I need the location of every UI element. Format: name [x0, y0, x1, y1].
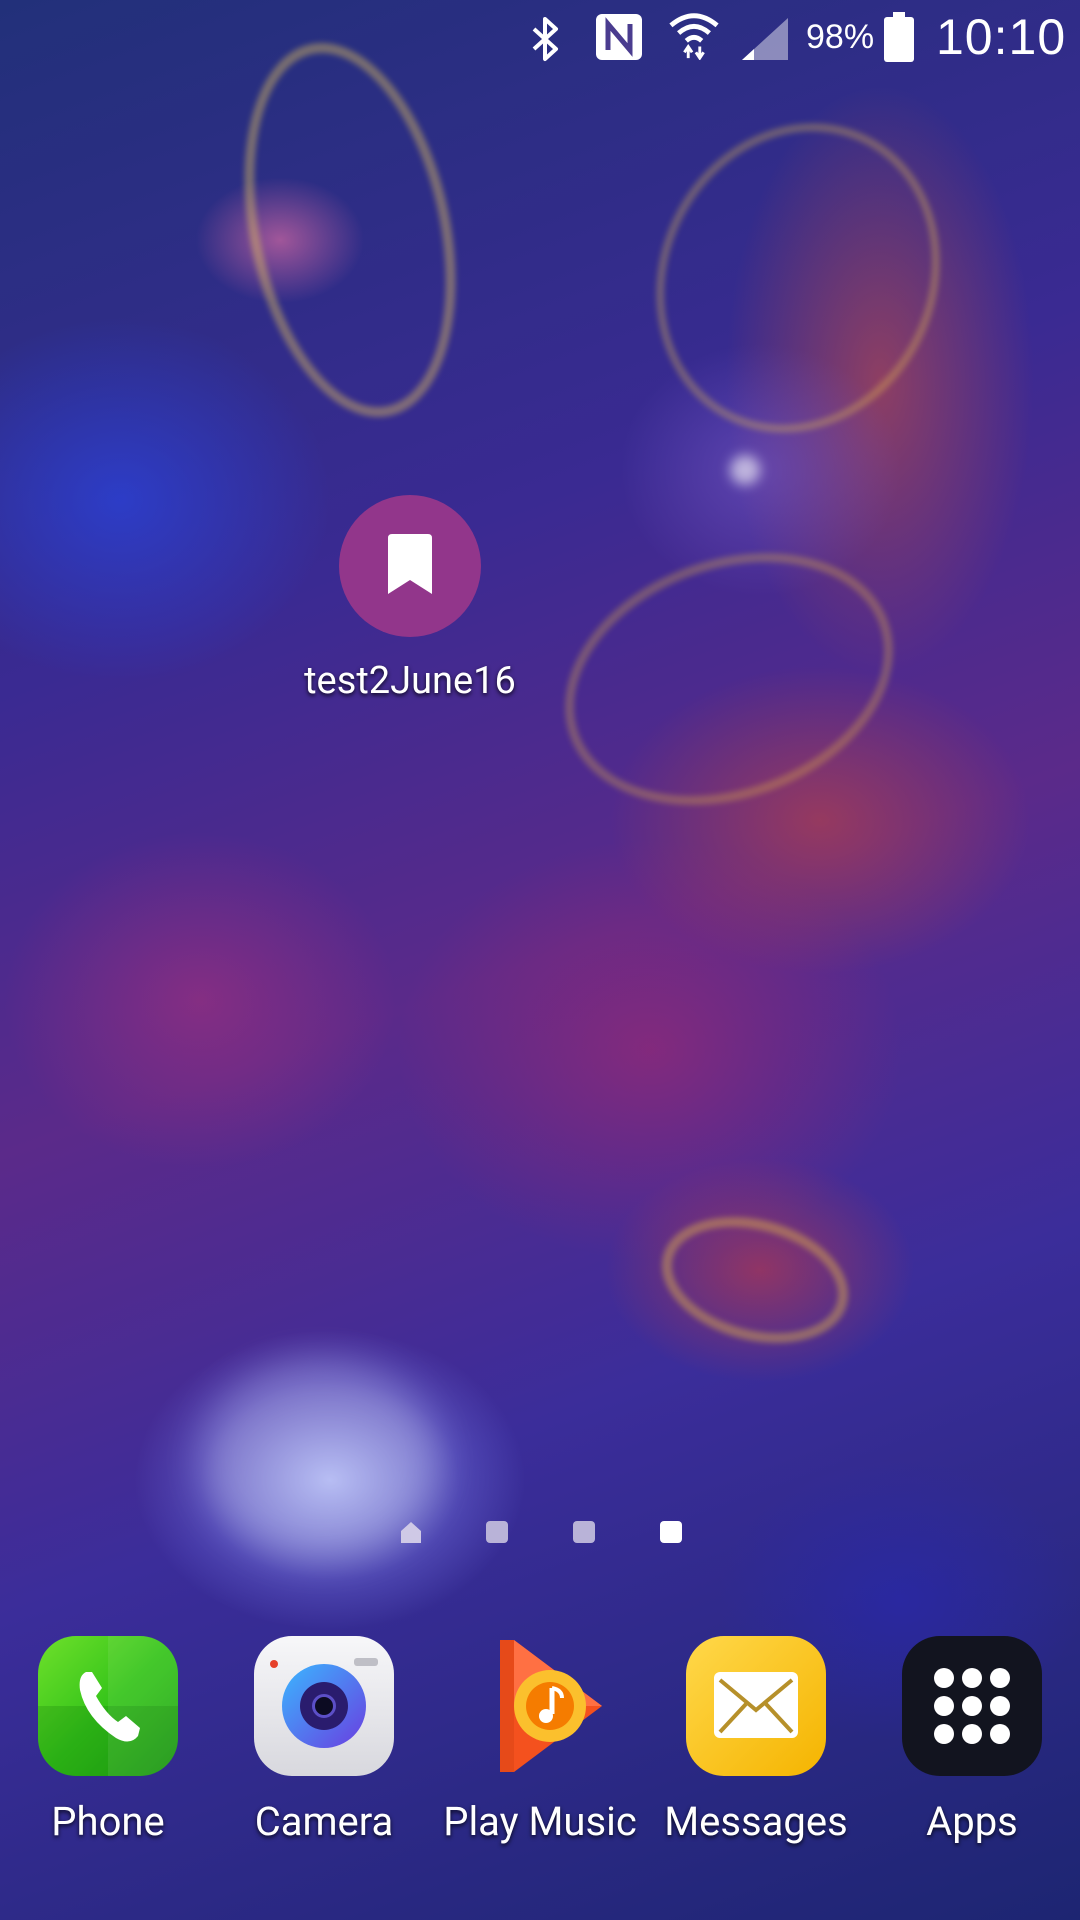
battery-percent: 98% [806, 18, 875, 56]
dock-camera[interactable]: Camera [224, 1636, 424, 1845]
dock-messages[interactable]: Messages [656, 1636, 856, 1845]
wallpaper [0, 0, 1080, 1920]
dock-label-camera: Camera [254, 1798, 394, 1845]
dock-label-play-music: Play Music [443, 1798, 637, 1845]
phone-icon [38, 1636, 178, 1776]
shortcut-test2june16[interactable]: test2June16 [250, 495, 570, 703]
dock-apps[interactable]: Apps [872, 1636, 1072, 1845]
dock-phone[interactable]: Phone [8, 1636, 208, 1845]
status-clock: 10:10 [936, 9, 1067, 65]
shortcut-label: test2June16 [304, 659, 516, 703]
camera-icon [254, 1636, 394, 1776]
dock-play-music[interactable]: Play Music [440, 1636, 640, 1845]
bluetooth-icon [532, 17, 558, 61]
bookmark-icon [388, 534, 432, 594]
cell-signal-icon [742, 18, 788, 60]
play-music-icon [470, 1636, 610, 1776]
home-page-indicator-icon[interactable] [398, 1519, 424, 1545]
page-indicator-3[interactable] [573, 1521, 595, 1543]
messages-icon [686, 1636, 826, 1776]
page-indicator-4-active[interactable] [660, 1521, 682, 1543]
dock-label-phone: Phone [51, 1798, 165, 1845]
dock-label-messages: Messages [664, 1798, 848, 1845]
wifi-icon [669, 13, 719, 60]
apps-grid-icon [902, 1636, 1042, 1776]
shortcut-icon-bg [339, 495, 481, 637]
nfc-icon [596, 14, 642, 60]
dock-label-apps: Apps [926, 1798, 1018, 1845]
status-bar: 98% 10:10 [0, 0, 1080, 75]
page-indicator-2[interactable] [486, 1521, 508, 1543]
battery-icon [884, 12, 914, 62]
